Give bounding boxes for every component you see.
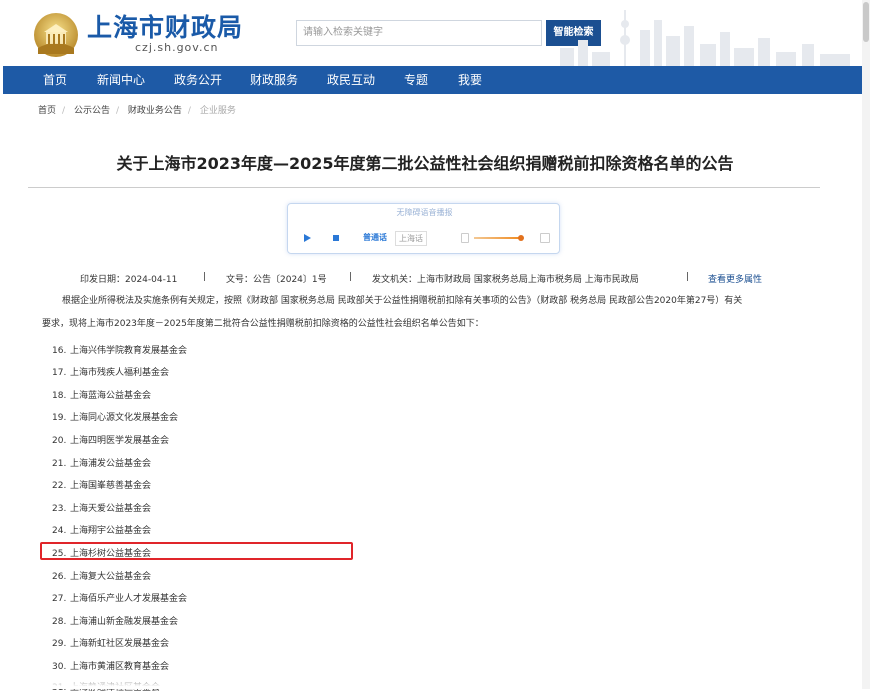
player-title: 无障碍语音播报 [396, 208, 453, 217]
nav-item-topics[interactable]: 专题 [404, 66, 428, 94]
search-input[interactable]: 请输入检索关键字 [296, 20, 542, 46]
issuing-authority: 发文机关：上海市财政局 国家税务总局上海市税务局 上海市民政局 [372, 275, 639, 285]
list-item: 23. 上海天爱公益基金会 [52, 504, 152, 514]
highlight-annotation-box [40, 542, 353, 560]
breadcrumb-announcements[interactable]: 公示公告 [74, 106, 110, 116]
meta-separator: | [349, 272, 353, 282]
breadcrumb-separator: / [115, 106, 119, 116]
document-number: 文号：公告〔2024〕1号 [226, 275, 327, 285]
list-item: 16. 上海兴伟学院教育发展基金会 [52, 346, 188, 356]
list-item: 28. 上海浦山新金融发展基金会 [52, 617, 179, 627]
site-header: 上海市财政局 czj.sh.gov.cn 请输入检索关键字 智能检索 [0, 0, 862, 66]
nav-item-home[interactable]: 首页 [43, 66, 67, 94]
meta-separator: | [686, 272, 690, 282]
intro-paragraph-line-1: 根据企业所得税法及实施条例有关规定，按照《财政部 国家税务总局 民政部关于公益性… [62, 296, 743, 306]
volume-slider-handle[interactable] [518, 235, 524, 241]
breadcrumb: 首页 / 公示公告 / 财政业务公告 / 企业服务 [38, 103, 240, 116]
audio-player: 无障碍语音播报 普通话 上海话 [287, 203, 560, 254]
breadcrumb-separator: / [62, 106, 66, 116]
list-item: 24. 上海翔宇公益基金会 [52, 526, 152, 536]
intro-paragraph-line-2: 要求，现将上海市2023年度－2025年度第二批符合公益性捐赠税前扣除资格的公益… [42, 319, 484, 329]
title-divider [28, 187, 820, 188]
nav-item-news[interactable]: 新闻中心 [97, 66, 145, 94]
article-title: 关于上海市2023年度—2025年度第二批公益性社会组织捐赠税前扣除资格名单的公… [116, 154, 734, 173]
list-item: 29. 上海新虹社区发展基金会 [52, 639, 170, 649]
nav-item-interaction[interactable]: 政民互动 [327, 66, 375, 94]
page-scrollbar[interactable] [862, 0, 870, 689]
lang-shanghainese-button[interactable]: 上海话 [395, 231, 427, 246]
main-nav: 首页 新闻中心 政务公开 财政服务 政民互动 专题 我要 [3, 66, 862, 94]
volume-high-icon [540, 233, 550, 243]
list-item: 22. 上海国峯慈善基金会 [52, 481, 152, 491]
volume-low-icon [461, 233, 469, 243]
meta-separator: | [203, 272, 207, 282]
breadcrumb-finance-announcements[interactable]: 财政业务公告 [128, 106, 182, 116]
list-item: 18. 上海蓝海公益基金会 [52, 391, 152, 401]
list-item: 19. 上海同心源文化发展基金会 [52, 413, 179, 423]
breadcrumb-current: 企业服务 [199, 106, 236, 116]
volume-slider[interactable] [474, 237, 522, 239]
nav-item-i-want[interactable]: 我要 [458, 66, 482, 94]
site-title[interactable]: 上海市财政局 [87, 8, 243, 44]
site-domain: czj.sh.gov.cn [135, 41, 219, 54]
publish-date: 印发日期：2024-04-11 [80, 275, 178, 285]
government-emblem-logo[interactable] [30, 10, 82, 58]
nav-item-gov-info[interactable]: 政务公开 [174, 66, 222, 94]
breadcrumb-home[interactable]: 首页 [38, 106, 56, 116]
list-item: 27. 上海佰乐产业人才发展基金会 [52, 594, 188, 604]
list-item: 26. 上海复大公益基金会 [52, 572, 152, 582]
list-item: 21. 上海浦发公益基金会 [52, 459, 152, 469]
city-skyline-decoration [560, 10, 850, 66]
more-attributes-link[interactable]: 查看更多属性 [708, 272, 762, 285]
scrollbar-thumb[interactable] [863, 2, 869, 42]
nav-item-finance-service[interactable]: 财政服务 [250, 66, 298, 94]
stop-icon[interactable] [333, 235, 339, 241]
play-icon[interactable] [304, 234, 311, 242]
bottom-fade [0, 676, 862, 689]
list-item: 17. 上海市残疾人福利基金会 [52, 368, 170, 378]
breadcrumb-separator: / [187, 106, 191, 116]
list-item: 20. 上海四明医学发展基金会 [52, 436, 170, 446]
list-item: 30. 上海市黄浦区教育基金会 [52, 662, 170, 672]
lang-mandarin-button[interactable]: 普通话 [363, 232, 387, 243]
